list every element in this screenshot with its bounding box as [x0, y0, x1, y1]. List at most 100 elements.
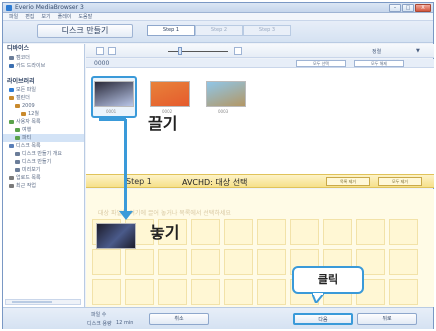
sidebar-scrollbar[interactable]: [5, 299, 81, 305]
cancel-button[interactable]: 취소: [149, 313, 209, 325]
step-tabs: Step 1 Step 2 Step 3: [147, 25, 291, 36]
drop-slot: [323, 219, 352, 245]
title-bar: Everio MediaBrowser 3 – □ X: [3, 3, 433, 13]
sidebar-item-label: 캠코더: [16, 55, 30, 61]
sidebar-list: 캠코더카드 드라이브라이브러리 모든 파일캘린더 2009 12월 사용자 목록 여행파티…: [3, 54, 84, 190]
drop-slot: [257, 249, 286, 275]
sidebar-item-label: 2009: [22, 103, 35, 109]
step1-bar: Step 1 AVCHD: 대상 선택 목록 제거 모두 제거: [86, 174, 434, 188]
sidebar-item-label: 12월: [28, 111, 39, 117]
drop-slot: [356, 219, 385, 245]
minimize-button[interactable]: –: [389, 4, 401, 12]
sidebar-item[interactable]: 캘린더: [3, 94, 84, 102]
folder-icon: [9, 64, 14, 68]
tab-step-3[interactable]: Step 3: [243, 25, 291, 36]
sidebar-item[interactable]: 사용자 목록: [3, 118, 84, 126]
app-window: Everio MediaBrowser 3 – □ X 파일 편집 보기 플레이…: [2, 2, 434, 329]
grid-view-icon[interactable]: [96, 47, 104, 55]
next-button[interactable]: 다음: [293, 313, 353, 325]
drop-slot: [125, 279, 154, 305]
menu-file[interactable]: 파일: [9, 13, 18, 20]
step1-title: AVCHD: 대상 선택: [182, 178, 248, 187]
thumbnail-caption: 0003: [218, 109, 229, 114]
deselect-all-button[interactable]: 모두 해제: [354, 60, 404, 67]
sidebar-item[interactable]: 디스크 만들기 개요: [3, 150, 84, 158]
sidebar-item[interactable]: 12월: [3, 110, 84, 118]
disc-size-label: 디스크 용량: [87, 321, 112, 327]
folder-icon: [9, 184, 14, 188]
zoom-slider[interactable]: [168, 51, 228, 52]
sort-label[interactable]: 정렬: [372, 48, 381, 55]
drop-slot: [158, 249, 187, 275]
app-icon: [6, 5, 12, 11]
sidebar-item: [3, 70, 84, 78]
group-name: 0000: [94, 60, 110, 67]
dropped-thumbnail[interactable]: [96, 223, 136, 249]
folder-icon: [15, 128, 20, 132]
zoom-slider-knob[interactable]: [178, 47, 182, 55]
list-view-icon[interactable]: [108, 47, 116, 55]
maximize-button[interactable]: □: [402, 4, 414, 12]
sidebar-item[interactable]: 캠코더: [3, 54, 84, 62]
sidebar-item[interactable]: 2009: [3, 102, 84, 110]
folder-icon: [15, 160, 20, 164]
step-bar: 디스크 만들기 Step 1 Step 2 Step 3: [3, 21, 433, 43]
sidebar-item-label: 모든 파일: [16, 87, 36, 93]
tab-step-1[interactable]: Step 1: [147, 25, 195, 36]
remove-all-button[interactable]: 모두 제거: [378, 177, 422, 186]
drop-zone[interactable]: 대상 파일을 여기에 끌어 놓거나 목록에서 선택하세요 놓기: [86, 189, 434, 307]
sidebar-item[interactable]: 라이브러리: [3, 78, 84, 86]
sidebar-item[interactable]: 업로드 목록: [3, 174, 84, 182]
drag-arrow-connector: [99, 118, 126, 121]
video-thumbnail[interactable]: [150, 81, 190, 107]
toolbar: 정렬 ▼: [86, 44, 434, 58]
sidebar-item[interactable]: 카드 드라이브: [3, 62, 84, 70]
folder-icon: [9, 56, 14, 60]
video-thumbnail[interactable]: [206, 81, 246, 107]
remove-from-list-button[interactable]: 목록 제거: [326, 177, 370, 186]
drop-slot: [191, 219, 220, 245]
view-dropdown[interactable]: ▼: [416, 48, 420, 54]
sidebar-title: 디바이스: [7, 45, 30, 52]
sidebar-item[interactable]: 미리보기: [3, 166, 84, 174]
video-thumbnail[interactable]: [94, 81, 134, 107]
sidebar-item-label: 디스크 목록: [16, 143, 41, 149]
sidebar-item-label: 여행: [22, 127, 32, 133]
step1-label: Step 1: [126, 177, 152, 186]
drop-slot: [191, 249, 220, 275]
drop-slot: [92, 279, 121, 305]
sidebar-item-label: 캘린더: [16, 95, 30, 101]
folder-icon: [9, 120, 14, 124]
folder-icon: [15, 136, 20, 140]
sidebar-item[interactable]: 최근 작업: [3, 182, 84, 190]
menu-view[interactable]: 보기: [41, 13, 50, 20]
sidebar-item-label: 최근 작업: [16, 183, 36, 189]
mode-title: 디스크 만들기: [37, 24, 133, 38]
drag-arrow-head: [119, 211, 133, 220]
sidebar-item-label: 미리보기: [22, 167, 41, 173]
drop-slot: [389, 279, 418, 305]
drop-hint: 대상 파일을 여기에 끌어 놓거나 목록에서 선택하세요: [98, 210, 231, 217]
scrollbar-thumb[interactable]: [12, 301, 52, 303]
folder-icon: [9, 144, 14, 148]
sidebar-item[interactable]: 모든 파일: [3, 86, 84, 94]
sidebar-item[interactable]: 디스크 만들기: [3, 158, 84, 166]
sidebar-item-label: 디스크 만들기: [22, 159, 52, 165]
menu-play[interactable]: 플레이: [58, 13, 72, 20]
drop-label: 놓기: [150, 223, 180, 242]
folder-icon: [9, 96, 14, 100]
sidebar-item-label: 파티: [22, 135, 32, 141]
menu-edit[interactable]: 편집: [25, 13, 34, 20]
sidebar-item[interactable]: 파티: [3, 134, 84, 142]
select-all-button[interactable]: 모두 선택: [296, 60, 346, 67]
sidebar-item-label: 카드 드라이브: [16, 63, 46, 69]
tab-step-2[interactable]: Step 2: [195, 25, 243, 36]
back-button[interactable]: 뒤로: [357, 313, 417, 325]
menu-help[interactable]: 도움말: [78, 13, 92, 20]
search-icon[interactable]: [234, 47, 242, 55]
drop-slot: [191, 279, 220, 305]
sidebar-item[interactable]: 여행: [3, 126, 84, 134]
sidebar-item[interactable]: 디스크 목록: [3, 142, 84, 150]
close-button[interactable]: X: [415, 4, 431, 12]
click-callout: 클릭: [292, 266, 364, 294]
